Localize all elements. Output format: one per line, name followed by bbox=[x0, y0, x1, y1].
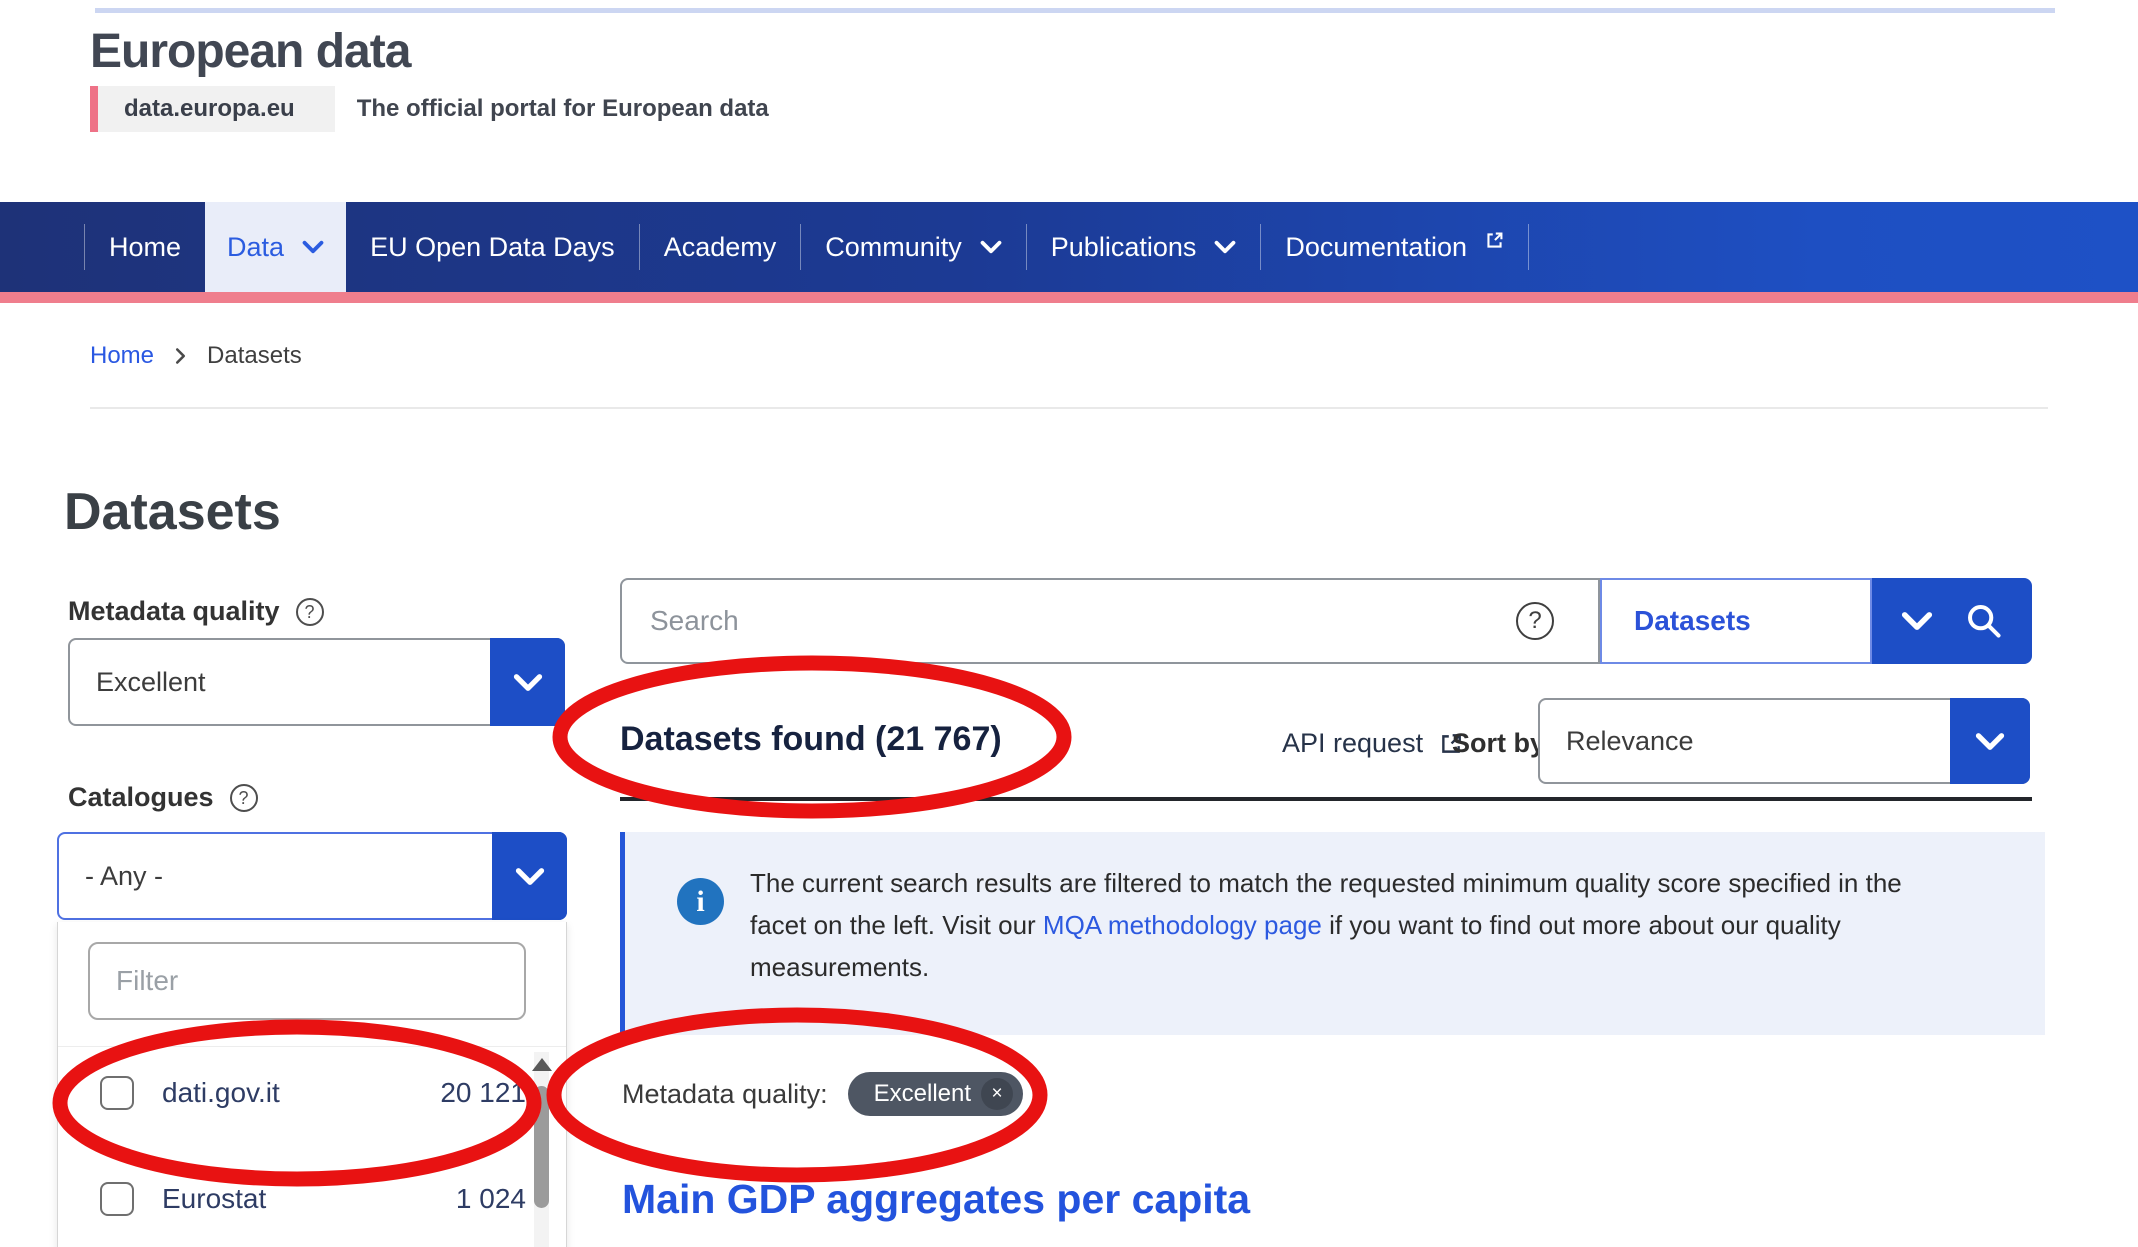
nav-item-label: EU Open Data Days bbox=[370, 232, 615, 263]
chevron-down-icon bbox=[1975, 732, 2005, 751]
notice-line: measurements. bbox=[750, 952, 929, 982]
top-accent-line bbox=[95, 8, 2055, 13]
chevron-down-icon bbox=[302, 240, 324, 254]
help-icon[interactable]: ? bbox=[230, 784, 258, 812]
info-icon: i bbox=[677, 878, 724, 925]
search-input[interactable] bbox=[620, 578, 1600, 664]
search-scope-select[interactable]: Datasets bbox=[1600, 578, 1872, 664]
active-filter-value: Excellent bbox=[874, 1080, 971, 1108]
catalogues-select[interactable]: - Any - bbox=[57, 832, 567, 920]
main-nav: Home Data EU Open Data Days Academy Comm… bbox=[0, 202, 2138, 292]
nav-item-documentation[interactable]: Documentation bbox=[1261, 202, 1528, 292]
notice-line: The current search results are filtered … bbox=[750, 868, 1902, 898]
notice-line: facet on the left. Visit our MQA methodo… bbox=[750, 910, 1841, 940]
mqa-methodology-link[interactable]: MQA methodology page bbox=[1043, 910, 1322, 940]
sort-value: Relevance bbox=[1566, 700, 1694, 782]
nav-item-academy[interactable]: Academy bbox=[640, 202, 801, 292]
nav-item-eu-open-data-days[interactable]: EU Open Data Days bbox=[346, 202, 639, 292]
metadata-quality-select[interactable]: Excellent bbox=[68, 638, 565, 726]
catalogue-count: 20 121 bbox=[440, 1077, 526, 1109]
chevron-down-icon bbox=[980, 240, 1002, 254]
nav-accent-bar bbox=[0, 292, 2138, 303]
sort-dropdown-button[interactable] bbox=[1950, 698, 2030, 784]
active-filter-label: Metadata quality: bbox=[622, 1079, 828, 1110]
breadcrumb-current: Datasets bbox=[207, 342, 302, 370]
search-help-icon[interactable]: ? bbox=[1516, 602, 1554, 640]
nav-separator bbox=[1528, 224, 1529, 270]
site-title: European data bbox=[90, 24, 410, 79]
nav-item-label: Community bbox=[825, 232, 962, 263]
nav-item-community[interactable]: Community bbox=[801, 202, 1026, 292]
api-request-link[interactable]: API request bbox=[1282, 728, 1463, 759]
brand-row: data.europa.eu The official portal for E… bbox=[90, 86, 769, 132]
page-title: Datasets bbox=[64, 482, 281, 542]
metadata-quality-value: Excellent bbox=[96, 640, 206, 724]
sort-select[interactable]: Relevance bbox=[1538, 698, 2030, 784]
search-scope-value: Datasets bbox=[1634, 605, 1751, 637]
scrollbar-thumb[interactable] bbox=[534, 1086, 549, 1208]
notice-text-segment: if you want to find out more about our q… bbox=[1322, 910, 1841, 940]
nav-item-label: Academy bbox=[664, 232, 777, 263]
catalogues-label: Catalogues ? bbox=[68, 782, 258, 813]
chevron-right-icon bbox=[174, 347, 187, 365]
notice-text-segment: facet on the left. Visit our bbox=[750, 910, 1043, 940]
brand-accent-bar bbox=[90, 86, 98, 132]
nav-item-label: Documentation bbox=[1285, 232, 1467, 263]
metadata-quality-dropdown-button[interactable] bbox=[490, 638, 565, 726]
catalogues-dropdown-button[interactable] bbox=[492, 832, 567, 920]
results-divider bbox=[620, 797, 2032, 801]
nav-item-label: Publications bbox=[1051, 232, 1197, 263]
active-filter-chip: Excellent × bbox=[848, 1072, 1023, 1116]
active-filter-row: Metadata quality: Excellent × bbox=[622, 1072, 1023, 1116]
external-link-icon bbox=[1485, 231, 1504, 250]
facet-label-text: Metadata quality bbox=[68, 596, 280, 627]
checkbox[interactable] bbox=[100, 1182, 134, 1216]
api-request-label: API request bbox=[1282, 728, 1423, 759]
checkbox[interactable] bbox=[100, 1076, 134, 1110]
notice-text: The current search results are filtered … bbox=[750, 862, 2050, 988]
catalogue-name: dati.gov.it bbox=[162, 1077, 280, 1109]
chevron-down-icon bbox=[515, 867, 545, 886]
scrollbar-up-arrow[interactable] bbox=[532, 1058, 552, 1071]
catalogue-option-eurostat[interactable]: Eurostat 1 024 bbox=[58, 1170, 526, 1228]
breadcrumb-home-link[interactable]: Home bbox=[90, 342, 154, 370]
site-tagline: The official portal for European data bbox=[357, 86, 769, 132]
help-icon[interactable]: ? bbox=[296, 598, 324, 626]
catalogues-dropdown-panel: dati.gov.it 20 121 Eurostat 1 024 bbox=[57, 922, 567, 1247]
results-count-heading: Datasets found (21 767) bbox=[620, 720, 1002, 759]
search-icon bbox=[1965, 602, 2003, 640]
catalogues-value: - Any - bbox=[85, 834, 163, 918]
brand-domain: data.europa.eu bbox=[98, 86, 335, 132]
catalogue-filter-input[interactable] bbox=[88, 942, 526, 1020]
remove-filter-button[interactable]: × bbox=[981, 1078, 1013, 1110]
page: European data data.europa.eu The officia… bbox=[0, 0, 2138, 1247]
nav-item-publications[interactable]: Publications bbox=[1027, 202, 1261, 292]
dataset-result-title-link[interactable]: Main GDP aggregates per capita bbox=[622, 1176, 1250, 1223]
metadata-quality-label: Metadata quality ? bbox=[68, 596, 324, 627]
catalogue-name: Eurostat bbox=[162, 1183, 266, 1215]
chevron-down-icon bbox=[1901, 611, 1933, 631]
nav-item-home[interactable]: Home bbox=[85, 202, 205, 292]
breadcrumb: Home Datasets bbox=[90, 342, 302, 370]
list-divider bbox=[58, 1046, 566, 1047]
search-button[interactable] bbox=[1872, 578, 2032, 664]
catalogue-count: 1 024 bbox=[456, 1183, 526, 1215]
breadcrumb-divider bbox=[90, 407, 2048, 409]
chevron-down-icon bbox=[513, 673, 543, 692]
facet-label-text: Catalogues bbox=[68, 782, 214, 813]
nav-item-data[interactable]: Data bbox=[205, 202, 346, 292]
catalogue-option-dati-gov-it[interactable]: dati.gov.it 20 121 bbox=[58, 1064, 526, 1122]
quality-filter-notice: i The current search results are filtere… bbox=[620, 832, 2045, 1035]
nav-item-label: Home bbox=[109, 232, 181, 263]
chevron-down-icon bbox=[1214, 240, 1236, 254]
nav-item-label: Data bbox=[227, 232, 284, 263]
